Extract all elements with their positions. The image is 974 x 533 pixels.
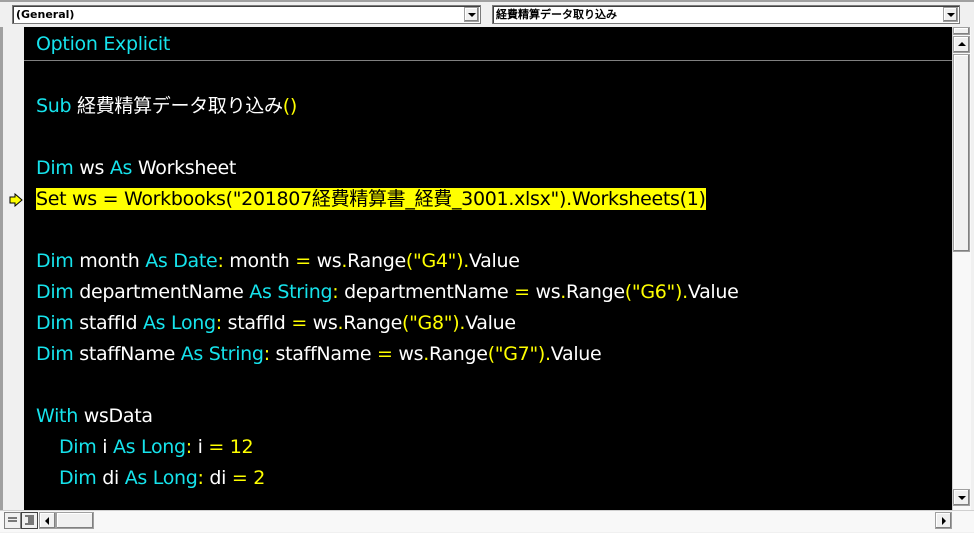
horizontal-scrollbar[interactable] xyxy=(0,510,974,532)
code-identifier: di xyxy=(203,467,232,489)
code-identifier: Value xyxy=(465,312,516,334)
code-line[interactable]: Option Explicit xyxy=(36,31,170,57)
code-keyword: Dim xyxy=(36,250,74,272)
code-identifier: staffId xyxy=(221,312,292,334)
full-module-view-icon xyxy=(25,515,34,525)
margin-indicator-bar[interactable] xyxy=(3,27,24,510)
full-module-view-button[interactable] xyxy=(21,512,38,529)
code-line[interactable]: Dim i As Long: i = 12 xyxy=(36,434,254,460)
code-line[interactable]: With wsData xyxy=(36,403,153,429)
code-editor[interactable]: Option Explicit Sub 経費精算データ取り込み() Dim ws A… xyxy=(24,27,952,510)
code-line[interactable]: Dim staffId As Long: staffId = ws.Range(… xyxy=(36,310,516,336)
code-line[interactable]: Dim month As Date: month = ws.Range("G4"… xyxy=(36,248,520,274)
code-keyword: Dim xyxy=(36,281,74,303)
code-identifier: month xyxy=(223,250,296,272)
code-keyword: As Long xyxy=(142,312,216,334)
code-keyword: As String xyxy=(180,343,264,365)
vertical-scrollbar[interactable] xyxy=(952,27,971,510)
code-identifier: di xyxy=(96,467,125,489)
object-combo-dropdown-button[interactable] xyxy=(464,7,479,22)
code-line[interactable]: Dim staffName As String: staffName = ws.… xyxy=(36,341,602,367)
code-operator: = 2 xyxy=(231,467,266,489)
scroll-left-button[interactable] xyxy=(39,512,56,529)
code-keyword: With xyxy=(36,405,78,427)
code-identifier xyxy=(36,436,59,458)
code-keyword: Dim xyxy=(36,312,74,334)
object-combo[interactable]: (General) xyxy=(12,5,481,24)
code-identifier: wsData xyxy=(77,405,153,427)
code-identifier: staffName xyxy=(269,343,377,365)
procedure-view-icon xyxy=(8,517,17,522)
code-operator: = 12 xyxy=(208,436,254,458)
code-operator: = xyxy=(295,250,311,272)
object-combo-value: (General) xyxy=(16,8,75,21)
scroll-right-button[interactable] xyxy=(935,512,952,529)
code-identifier: i xyxy=(191,436,209,458)
code-keyword: Dim xyxy=(36,343,74,365)
procedure-combo[interactable]: 経費精算データ取り込み xyxy=(492,5,960,24)
code-operator: () xyxy=(282,95,298,117)
code-line[interactable]: Dim di As Long: di = 2 xyxy=(36,465,265,491)
code-identifier xyxy=(36,467,59,489)
code-operator: ("G7"). xyxy=(487,343,551,365)
code-identifier: ws xyxy=(306,312,338,334)
scroll-down-button[interactable] xyxy=(953,489,970,506)
code-keyword: Sub xyxy=(36,95,72,117)
code-keyword: As xyxy=(109,157,133,179)
code-operator: = xyxy=(291,312,307,334)
code-operator: = xyxy=(377,343,393,365)
code-window-toolbar: (General) 経費精算データ取り込み xyxy=(0,0,974,27)
code-identifier: month xyxy=(73,250,146,272)
code-operator: ("G8"). xyxy=(402,312,466,334)
code-identifier: Worksheet xyxy=(132,157,237,179)
code-identifier: staffId xyxy=(73,312,143,334)
code-line[interactable]: Dim ws As Worksheet xyxy=(36,155,236,181)
code-identifier: ws xyxy=(73,157,110,179)
vertical-scroll-thumb[interactable] xyxy=(953,54,970,252)
code-line[interactable]: Dim departmentName As String: department… xyxy=(36,279,739,305)
code-identifier: Value xyxy=(687,281,739,303)
code-line[interactable]: Sub 経費精算データ取り込み() xyxy=(36,93,297,119)
code-identifier: ws xyxy=(392,343,424,365)
code-operator: = xyxy=(514,281,530,303)
code-identifier: Set ws = Workbooks("201807経費精算書_経費_3001.… xyxy=(36,188,706,210)
code-operator: ("G4"). xyxy=(405,250,469,272)
code-keyword: As String xyxy=(249,281,333,303)
scroll-up-button[interactable] xyxy=(953,36,970,53)
code-identifier: ws xyxy=(310,250,342,272)
horizontal-scroll-thumb[interactable] xyxy=(56,512,94,529)
code-keyword: As Long xyxy=(124,467,198,489)
code-identifier: Range xyxy=(428,343,488,365)
procedure-separator xyxy=(24,60,952,61)
code-line[interactable]: Set ws = Workbooks("201807経費精算書_経費_3001.… xyxy=(36,186,706,212)
code-keyword: As Long xyxy=(112,436,186,458)
code-identifier: Range xyxy=(566,281,625,303)
code-keyword: Option Explicit xyxy=(36,33,170,55)
execution-pointer-icon xyxy=(9,193,23,207)
procedure-combo-value: 経費精算データ取り込み xyxy=(496,8,617,21)
code-identifier: departmentName xyxy=(73,281,250,303)
code-identifier: Value xyxy=(468,250,520,272)
procedure-view-button[interactable] xyxy=(4,512,21,529)
code-keyword: Dim xyxy=(58,436,97,458)
code-identifier: staffName xyxy=(73,343,181,365)
split-bar[interactable] xyxy=(953,27,970,35)
code-identifier: departmentName xyxy=(338,281,515,303)
code-identifier: Range xyxy=(343,312,402,334)
code-identifier: ws xyxy=(529,281,561,303)
current-execution-statement: Set ws = Workbooks("201807経費精算書_経費_3001.… xyxy=(36,188,706,210)
code-identifier: Value xyxy=(550,343,602,365)
code-keyword: Dim xyxy=(36,157,74,179)
code-keyword: Dim xyxy=(58,467,97,489)
code-keyword: As Date xyxy=(145,250,218,272)
code-identifier: i xyxy=(96,436,113,458)
code-identifier: Range xyxy=(347,250,406,272)
code-identifier: 経費精算データ取り込み xyxy=(71,95,283,117)
procedure-combo-dropdown-button[interactable] xyxy=(943,7,958,22)
code-operator: ("G6"). xyxy=(624,281,688,303)
